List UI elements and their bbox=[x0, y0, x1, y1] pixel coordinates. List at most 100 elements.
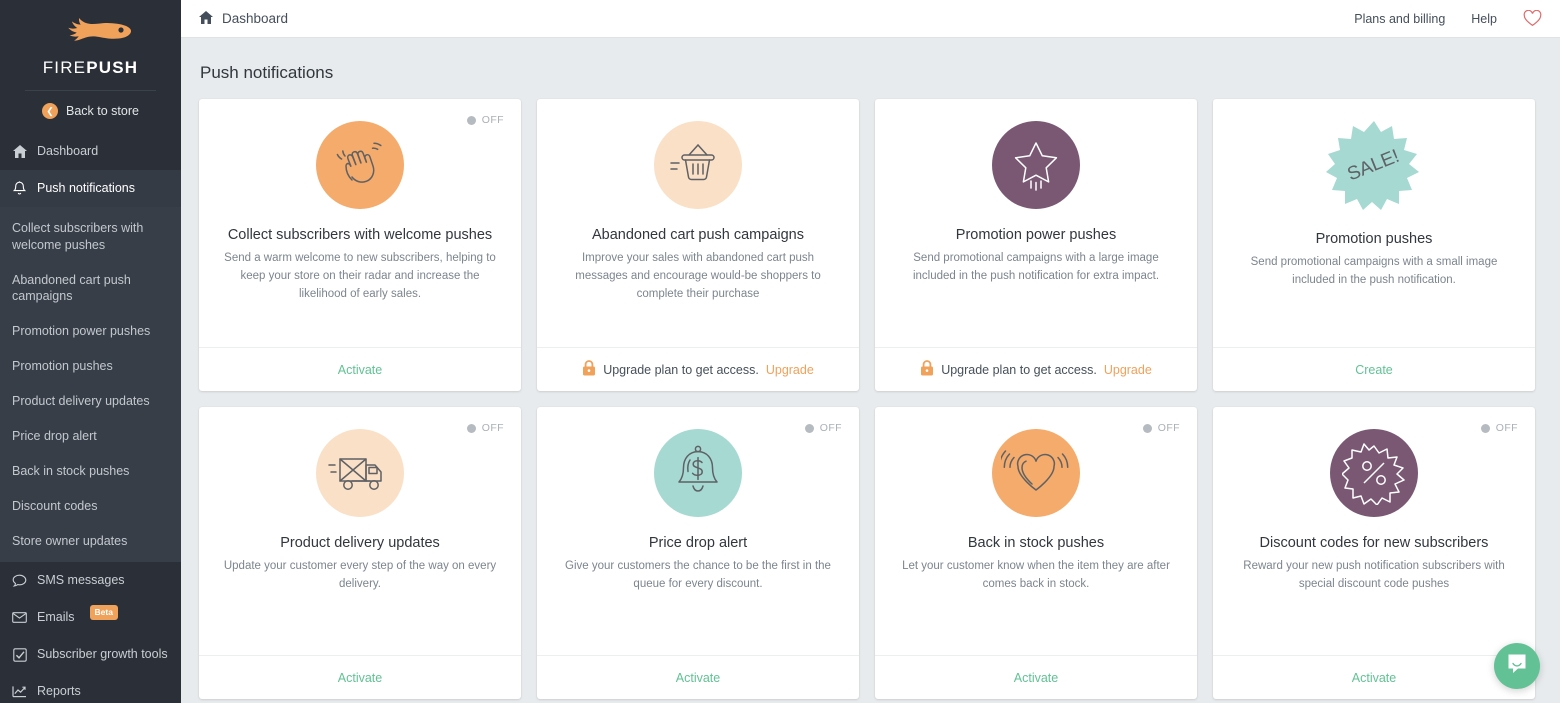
sidebar-subitem-discount-codes[interactable]: Discount codes bbox=[0, 489, 181, 524]
status-badge[interactable]: OFF bbox=[1142, 422, 1180, 434]
card-footer: Activate bbox=[537, 655, 859, 699]
sidebar-item-sms-messages[interactable]: SMS messages bbox=[0, 562, 181, 599]
activate-button[interactable]: Activate bbox=[338, 671, 382, 685]
lock-icon bbox=[920, 360, 934, 379]
plans-and-billing-link[interactable]: Plans and billing bbox=[1354, 12, 1445, 26]
status-badge[interactable]: OFF bbox=[466, 114, 504, 126]
sidebar-subnav: Collect subscribers with welcome pushes … bbox=[0, 206, 181, 563]
sidebar-subitem-back-in-stock-pushes[interactable]: Back in stock pushes bbox=[0, 454, 181, 489]
breadcrumb-label: Dashboard bbox=[222, 11, 289, 26]
sidebar-subitem-promotion-power-pushes[interactable]: Promotion power pushes bbox=[0, 314, 181, 349]
brand-block: FIREPUSH bbox=[0, 0, 181, 91]
sidebar-subitem-collect-subscribers[interactable]: Collect subscribers with welcome pushes bbox=[0, 211, 181, 263]
help-link[interactable]: Help bbox=[1471, 12, 1497, 26]
back-to-store-button[interactable]: ❮ Back to store bbox=[0, 91, 181, 133]
sidebar-item-subscriber-growth-tools[interactable]: Subscriber growth tools bbox=[0, 636, 181, 673]
card-price-drop-alert[interactable]: OFF Price drop alert Give your customers… bbox=[537, 407, 859, 699]
card-body: OFF Price drop alert Give your customers… bbox=[537, 407, 859, 655]
create-button[interactable]: Create bbox=[1355, 363, 1393, 377]
sidebar-subitem-abandoned-cart[interactable]: Abandoned cart push campaigns bbox=[0, 263, 181, 315]
push-notification-cards-grid: OFF Collect subscribers with welcome pus… bbox=[199, 99, 1542, 699]
activate-button[interactable]: Activate bbox=[1352, 671, 1396, 685]
card-abandoned-cart-push-campaigns[interactable]: Abandoned cart push campaigns Improve yo… bbox=[537, 99, 859, 391]
card-body: SALE! Promotion pushes Send promotional … bbox=[1213, 99, 1535, 347]
card-description: Send promotional campaigns with a large … bbox=[912, 252, 1160, 282]
upgrade-link[interactable]: Upgrade bbox=[766, 363, 814, 377]
sidebar-subitem-store-owner-updates[interactable]: Store owner updates bbox=[0, 524, 181, 559]
chart-line-icon bbox=[12, 685, 27, 698]
sidebar-subitem-price-drop-alert[interactable]: Price drop alert bbox=[0, 419, 181, 454]
sidebar-item-label: Dashboard bbox=[37, 144, 99, 158]
card-description: Send a warm welcome to new subscribers, … bbox=[224, 252, 496, 300]
status-dot-icon bbox=[1480, 423, 1490, 433]
card-promotion-power-pushes[interactable]: Promotion power pushes Send promotional … bbox=[875, 99, 1197, 391]
envelope-icon bbox=[12, 612, 27, 624]
card-footer: Create bbox=[1213, 347, 1535, 391]
beta-badge: Beta bbox=[89, 604, 118, 621]
upgrade-notice-text: Upgrade plan to get access. bbox=[603, 362, 759, 377]
page-title: Push notifications bbox=[200, 63, 334, 82]
status-dot-icon bbox=[1142, 423, 1152, 433]
status-label: OFF bbox=[819, 422, 842, 434]
bell-dollar-icon bbox=[654, 429, 742, 517]
activate-button[interactable]: Activate bbox=[338, 363, 382, 377]
card-title: Product delivery updates bbox=[280, 535, 440, 551]
activate-button[interactable]: Activate bbox=[676, 671, 720, 685]
sidebar-item-emails[interactable]: Emails Beta bbox=[0, 599, 181, 636]
delivery-truck-icon bbox=[316, 429, 404, 517]
sale-starburst-icon: SALE! bbox=[1326, 117, 1422, 213]
status-label: OFF bbox=[1495, 422, 1518, 434]
sidebar-item-dashboard[interactable]: Dashboard bbox=[0, 133, 181, 170]
breadcrumb[interactable]: Dashboard bbox=[199, 10, 289, 27]
app-root: FIREPUSH ❮ Back to store Dashboard Push … bbox=[0, 0, 1560, 703]
status-dot-icon bbox=[466, 423, 476, 433]
card-discount-codes-for-new-subscribers[interactable]: OFF Discount codes for new subscribers R… bbox=[1213, 407, 1535, 699]
card-description: Reward your new push notification subscr… bbox=[1243, 560, 1505, 590]
sidebar-subitem-product-delivery-updates[interactable]: Product delivery updates bbox=[0, 384, 181, 419]
sidebar-item-push-notifications[interactable]: Push notifications bbox=[0, 169, 181, 207]
top-bar: Dashboard Plans and billing Help bbox=[181, 0, 1560, 38]
checkbox-icon bbox=[12, 647, 27, 662]
card-collect-subscribers-with-welcome-pushes[interactable]: OFF Collect subscribers with welcome pus… bbox=[199, 99, 521, 391]
intercom-chat-button[interactable] bbox=[1494, 643, 1540, 689]
card-title: Promotion pushes bbox=[1315, 231, 1433, 247]
heart-icon[interactable] bbox=[1523, 10, 1542, 27]
sidebar-item-label: SMS messages bbox=[37, 573, 125, 588]
sidebar-item-reports[interactable]: Reports bbox=[0, 673, 181, 703]
card-footer: Upgrade plan to get access. Upgrade bbox=[875, 347, 1197, 391]
sidebar: FIREPUSH ❮ Back to store Dashboard Push … bbox=[0, 0, 181, 703]
card-title: Back in stock pushes bbox=[967, 535, 1105, 551]
upgrade-notice-text: Upgrade plan to get access. bbox=[941, 362, 1097, 377]
sidebar-item-label: Push notifications bbox=[37, 180, 135, 195]
content-area: Push notifications OFF Collect subscribe… bbox=[181, 38, 1560, 703]
firepush-rocket-logo-icon bbox=[0, 12, 181, 54]
waving-hand-icon bbox=[316, 121, 404, 209]
shopping-basket-icon bbox=[654, 121, 742, 209]
card-description: Give your customers the chance to be the… bbox=[565, 560, 831, 590]
card-description: Send promotional campaigns with a small … bbox=[1250, 256, 1498, 286]
sidebar-item-label: Subscriber growth tools bbox=[37, 647, 168, 662]
card-title: Abandoned cart push campaigns bbox=[591, 227, 804, 243]
brand-push: PUSH bbox=[86, 58, 139, 77]
card-body: OFF Discount codes for new subscribers R… bbox=[1213, 407, 1535, 655]
home-icon bbox=[199, 10, 213, 27]
card-title: Promotion power pushes bbox=[955, 227, 1117, 243]
card-footer: Activate bbox=[199, 347, 521, 391]
card-promotion-pushes[interactable]: SALE! Promotion pushes Send promotional … bbox=[1213, 99, 1535, 391]
sidebar-item-label: Reports bbox=[37, 684, 81, 698]
top-bar-actions: Plans and billing Help bbox=[1354, 10, 1542, 27]
status-badge[interactable]: OFF bbox=[804, 422, 842, 434]
bell-icon bbox=[12, 181, 27, 196]
upgrade-link[interactable]: Upgrade bbox=[1104, 363, 1152, 377]
status-label: OFF bbox=[481, 422, 504, 434]
card-body: OFF bbox=[199, 99, 521, 347]
status-badge[interactable]: OFF bbox=[1480, 422, 1518, 434]
card-footer: Activate bbox=[875, 655, 1197, 699]
card-product-delivery-updates[interactable]: OFF Product delivery updates Update your… bbox=[199, 407, 521, 699]
activate-button[interactable]: Activate bbox=[1014, 671, 1058, 685]
card-footer: Upgrade plan to get access. Upgrade bbox=[537, 347, 859, 391]
sidebar-subitem-promotion-pushes[interactable]: Promotion pushes bbox=[0, 349, 181, 384]
status-badge[interactable]: OFF bbox=[466, 422, 504, 434]
card-back-in-stock-pushes[interactable]: OFF Back in stock pushes Let your custom… bbox=[875, 407, 1197, 699]
card-body: OFF Back in stock pushes Let your custom… bbox=[875, 407, 1197, 655]
